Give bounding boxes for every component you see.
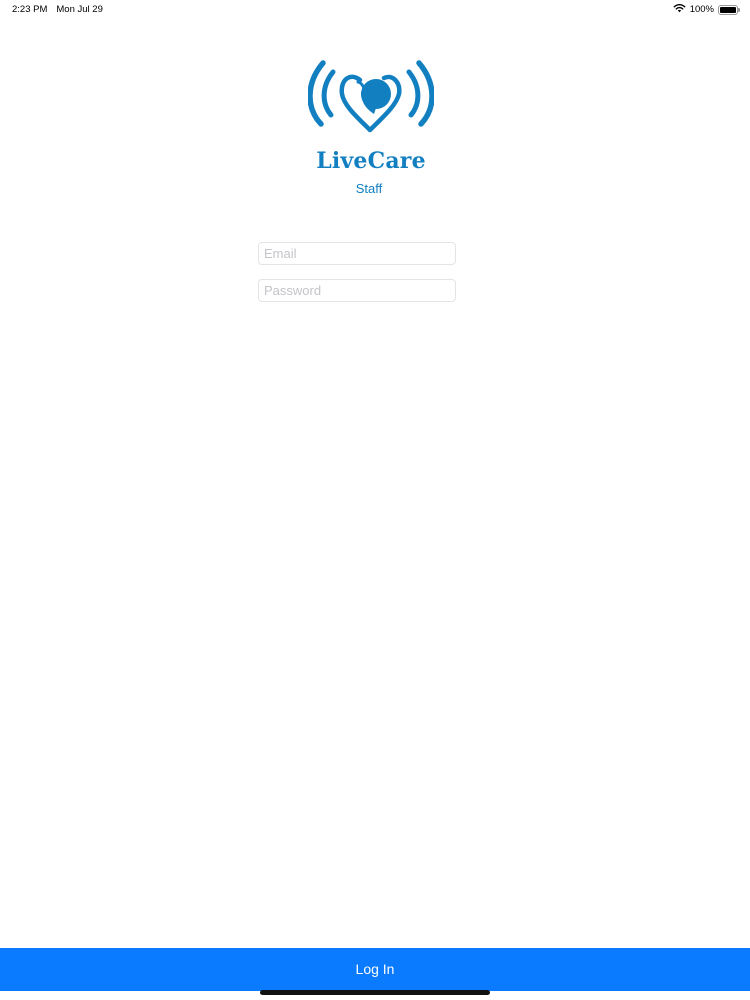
battery-level-fill bbox=[720, 6, 736, 13]
status-left: 2:23 PM Mon Jul 29 bbox=[12, 4, 103, 15]
status-bar: 2:23 PM Mon Jul 29 100% bbox=[0, 0, 750, 20]
brand-subtitle: Staff bbox=[355, 181, 383, 196]
brand-name: LiveCare bbox=[316, 148, 426, 174]
battery-icon bbox=[718, 4, 740, 15]
battery-percentage: 100% bbox=[689, 4, 714, 15]
status-right: 100% bbox=[673, 3, 740, 16]
battery-cap bbox=[738, 8, 740, 12]
password-field[interactable] bbox=[258, 279, 456, 302]
wifi-icon bbox=[673, 3, 686, 16]
login-button[interactable]: Log In bbox=[0, 948, 750, 991]
login-screen: 2:23 PM Mon Jul 29 100% LiveCare Staff E… bbox=[0, 0, 750, 1000]
heart-broadcast-logo bbox=[307, 58, 435, 136]
email-field[interactable] bbox=[258, 242, 456, 265]
status-time: 2:23 PM bbox=[12, 4, 48, 15]
home-indicator[interactable] bbox=[260, 990, 490, 995]
status-date: Mon Jul 29 bbox=[56, 4, 103, 15]
